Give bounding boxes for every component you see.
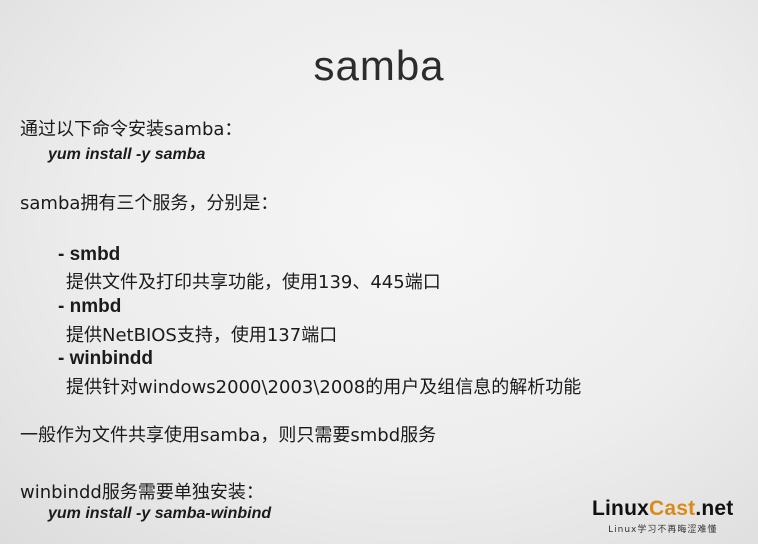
- logo-wordmark: LinuxCast.net: [592, 497, 733, 521]
- linuxcast-logo: LinuxCast.net Linux学习不再晦涩难懂: [592, 497, 733, 535]
- service-nmbd-desc: 提供NetBIOS支持，使用137端口: [66, 325, 338, 346]
- logo-net: .net: [695, 497, 734, 520]
- service-winbindd-name: - winbindd: [58, 348, 153, 369]
- service-nmbd-name: - nmbd: [58, 296, 122, 317]
- usage-note: 一般作为文件共享使用samba，则只需要smbd服务: [20, 425, 437, 446]
- service-smbd-desc: 提供文件及打印共享功能，使用139、445端口: [66, 272, 441, 293]
- service-smbd-name: - smbd: [58, 244, 121, 265]
- service-winbindd-desc: 提供针对windows2000\2003\2008的用户及组信息的解析功能: [66, 377, 582, 398]
- logo-cast: Cast: [649, 497, 696, 520]
- logo-tagline: Linux学习不再晦涩难懂: [608, 525, 718, 535]
- install-intro: 通过以下命令安装samba：: [20, 119, 243, 140]
- winbind-intro: winbindd服务需要单独安装：: [20, 482, 264, 503]
- slide: samba 通过以下命令安装samba： yum install -y samb…: [0, 0, 758, 544]
- logo-linux: Linux: [592, 497, 649, 520]
- winbind-command: yum install -y samba-winbind: [48, 505, 272, 522]
- install-command: yum install -y samba: [48, 146, 206, 163]
- services-intro: samba拥有三个服务，分别是：: [20, 193, 279, 214]
- slide-title: samba: [313, 42, 445, 89]
